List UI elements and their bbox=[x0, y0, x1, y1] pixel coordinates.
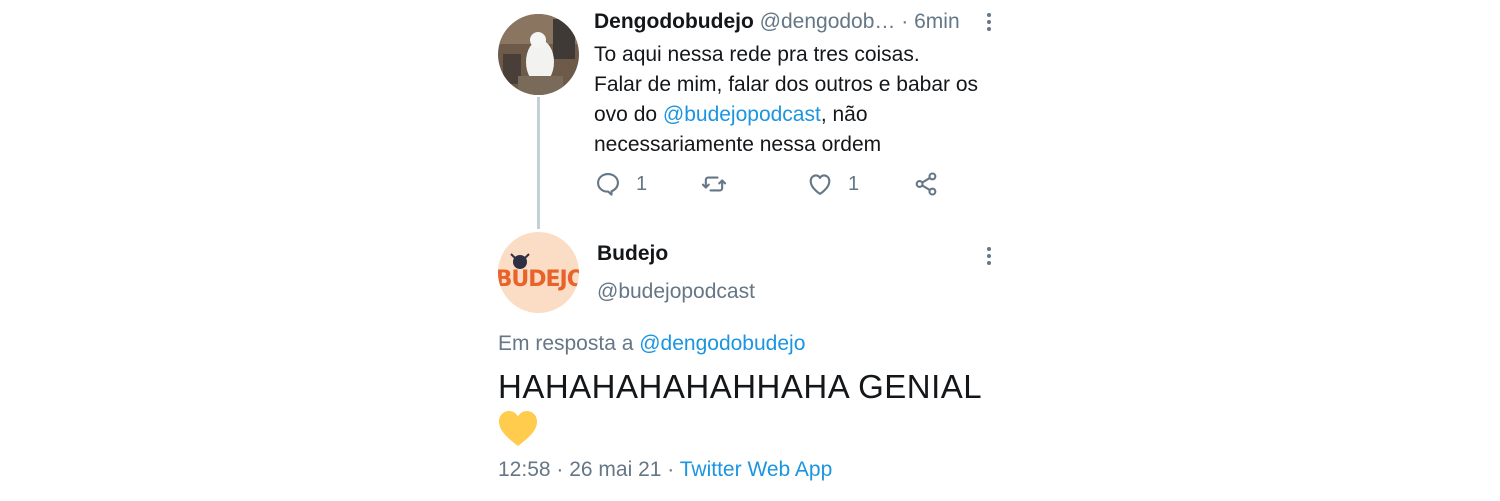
more-vertical-icon[interactable] bbox=[979, 13, 999, 33]
reply-icon bbox=[597, 173, 619, 196]
share-button[interactable] bbox=[912, 170, 940, 198]
reply-to-link[interactable]: @dengodobudejo bbox=[639, 332, 805, 355]
reply-prefix: Em resposta a bbox=[498, 332, 640, 355]
tweet1-line-text: , não bbox=[820, 103, 868, 126]
tweet1-separator: · bbox=[901, 10, 909, 33]
like-icon bbox=[809, 174, 831, 195]
share-icon bbox=[915, 172, 937, 196]
budejo-logo: BUDEJO bbox=[498, 253, 579, 292]
yellow-heart-icon bbox=[498, 410, 538, 448]
tweet1-line: To aqui nessa rede pra tres coisas. bbox=[594, 43, 920, 66]
tweet1-line: Falar de mim, falar dos outros e babar o… bbox=[594, 73, 979, 96]
tweet1-author-name[interactable]: Dengodobudejo bbox=[594, 10, 754, 33]
tweet1-time[interactable]: 6min bbox=[914, 10, 960, 33]
reply-count: 1 bbox=[636, 172, 648, 195]
like-button[interactable]: 1 bbox=[806, 170, 859, 198]
tweet2-meta: 12:58 · 26 mai 21 · Twitter Web App bbox=[498, 458, 832, 482]
meta-separator: · bbox=[661, 458, 680, 481]
mention-link[interactable]: @budejopodcast bbox=[663, 103, 821, 126]
tweet2-author-name[interactable]: Budejo bbox=[597, 242, 668, 266]
avatar-dengodobudejo[interactable] bbox=[498, 14, 579, 95]
like-count: 1 bbox=[848, 172, 860, 195]
thread-line bbox=[537, 97, 540, 229]
tweet1-line: ovo do @budejopodcast, não bbox=[594, 100, 1014, 130]
reply-button[interactable]: 1 bbox=[594, 170, 647, 198]
retweet-button[interactable] bbox=[700, 170, 728, 198]
tweet2-text: HAHAHAHAHAHHAHA GENIAL bbox=[498, 368, 983, 405]
tweet2-author-handle[interactable]: @budejopodcast bbox=[597, 280, 755, 304]
tweet1-header: Dengodobudejo @dengodob… · 6min bbox=[594, 10, 960, 34]
tweet2-date[interactable]: 26 mai 21 bbox=[569, 458, 661, 481]
meta-separator: · bbox=[550, 458, 570, 481]
retweet-icon bbox=[701, 176, 727, 192]
tweet1-line-text: ovo do bbox=[594, 103, 663, 126]
tweet2-time[interactable]: 12:58 bbox=[498, 458, 551, 481]
tweet1-author-handle[interactable]: @dengodob… bbox=[760, 10, 896, 33]
avatar-budejo[interactable]: BUDEJO bbox=[498, 232, 579, 313]
reply-context: Em resposta a @dengodobudejo bbox=[498, 332, 805, 356]
tweet2-source[interactable]: Twitter Web App bbox=[680, 458, 833, 481]
budejo-logo-text: BUDEJO bbox=[498, 267, 579, 292]
more-vertical-icon[interactable] bbox=[979, 247, 999, 267]
tweet1-line: necessariamente nessa ordem bbox=[594, 133, 882, 156]
avatar-photo bbox=[498, 14, 579, 95]
tweet1-text: To aqui nessa rede pra tres coisas. Fala… bbox=[594, 40, 1014, 160]
